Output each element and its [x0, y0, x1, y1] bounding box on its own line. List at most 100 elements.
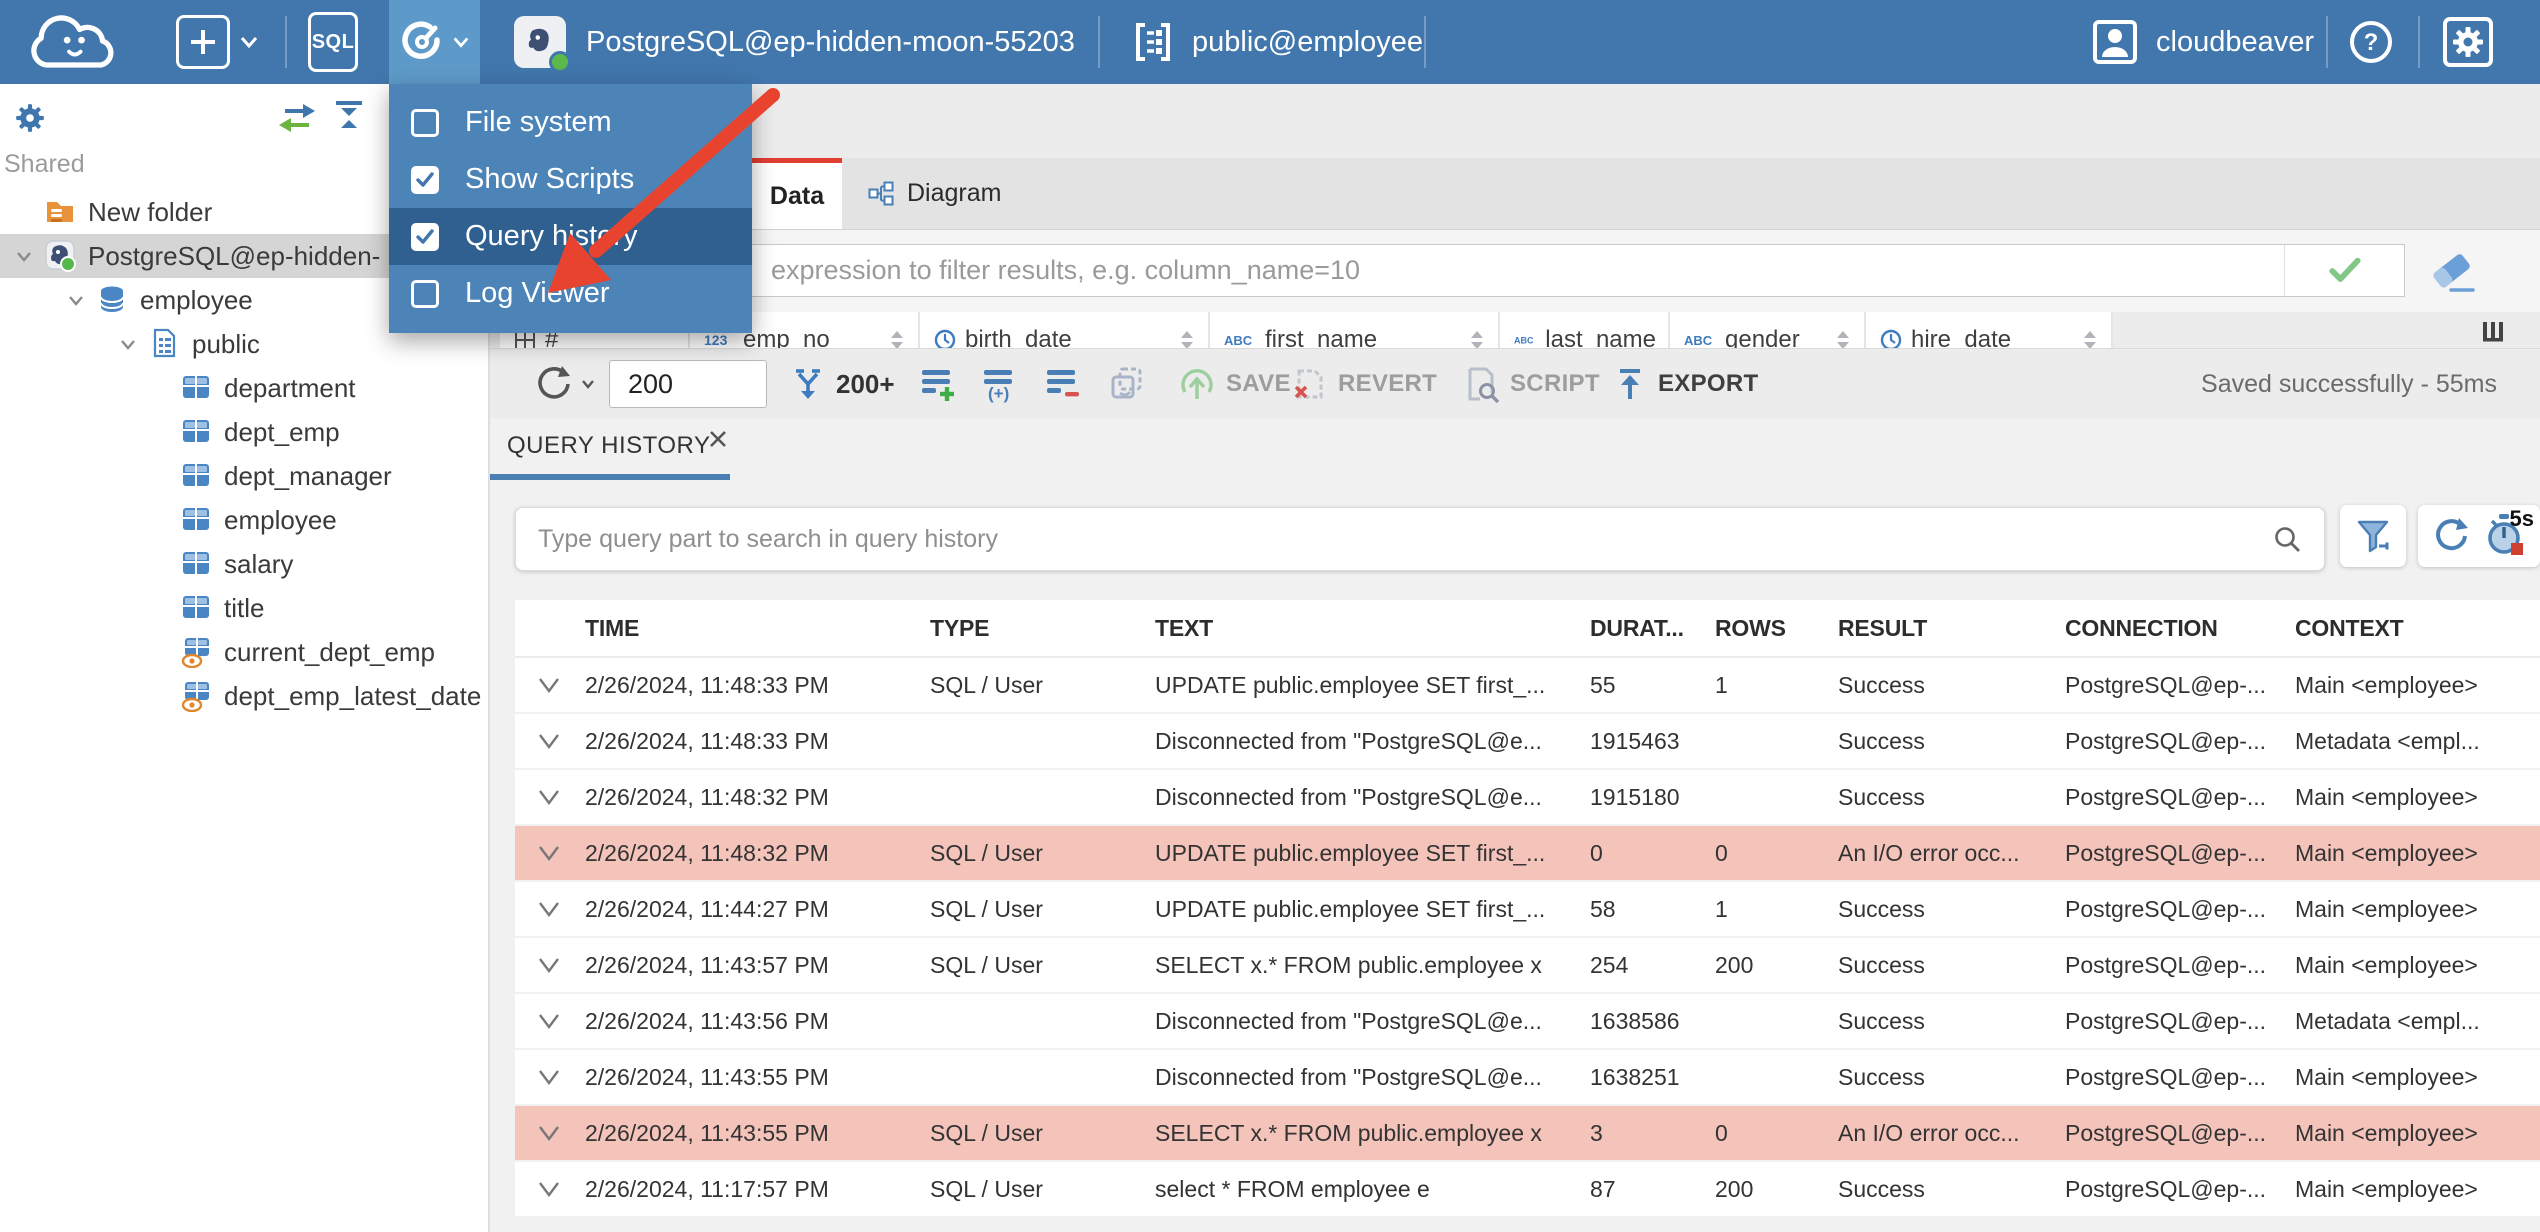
query-history-row[interactable]: 2/26/2024, 11:43:55 PM SQL / User SELECT… — [515, 1106, 2540, 1162]
query-history-filter-button[interactable] — [2340, 505, 2406, 567]
row-expander-chevron-icon[interactable] — [515, 1122, 585, 1144]
tree-item[interactable]: salary — [0, 542, 488, 586]
column-header-rows[interactable]: ROWS — [1715, 615, 1838, 642]
connection-selector[interactable]: PostgreSQL@ep-hidden-moon-55203 — [514, 0, 1075, 84]
tree-item[interactable]: dept_manager — [0, 454, 488, 498]
query-history-row[interactable]: 2/26/2024, 11:43:56 PM Disconnected from… — [515, 994, 2540, 1050]
filter-expression-input[interactable]: expression to filter results, e.g. colum… — [500, 244, 2405, 297]
apply-filter-button[interactable] — [2284, 245, 2404, 296]
cell-result: Success — [1838, 783, 1925, 810]
row-expander-chevron-icon[interactable] — [515, 842, 585, 864]
query-history-tab[interactable]: QUERY HISTORY — [507, 432, 710, 460]
grid-column-header[interactable]: hire_date — [1866, 312, 2113, 348]
script-icon — [1468, 367, 1500, 403]
cell-text: UPDATE public.employee SET first_... — [1155, 839, 1546, 866]
row-expander-chevron-icon[interactable] — [515, 954, 585, 976]
tab-data[interactable]: Data — [752, 158, 842, 229]
script-button[interactable]: SCRIPT — [1462, 349, 1600, 419]
query-history-row[interactable]: 2/26/2024, 11:43:55 PM Disconnected from… — [515, 1050, 2540, 1106]
expander-chevron-icon[interactable] — [65, 289, 97, 311]
column-header-result[interactable]: RESULT — [1838, 615, 2065, 642]
cell-duration: 1638586 — [1590, 1007, 1680, 1034]
query-history-row[interactable]: 2/26/2024, 11:44:27 PM SQL / User UPDATE… — [515, 882, 2540, 938]
tab-diagram[interactable]: Diagram — [842, 158, 1027, 229]
new-connection-button[interactable] — [176, 0, 260, 84]
tree-item[interactable]: dept_emp_latest_date — [0, 674, 488, 718]
row-limit-field[interactable] — [609, 349, 767, 419]
query-history-row[interactable]: 2/26/2024, 11:48:33 PM SQL / User UPDATE… — [515, 658, 2540, 714]
query-history-row[interactable]: 2/26/2024, 11:48:32 PM SQL / User UPDATE… — [515, 826, 2540, 882]
help-button[interactable]: ? — [2348, 0, 2394, 84]
row-expander-chevron-icon[interactable] — [515, 898, 585, 920]
row-expander-chevron-icon[interactable] — [515, 730, 585, 752]
expander-chevron-icon[interactable] — [117, 333, 149, 355]
sync-connection-button[interactable] — [277, 102, 317, 134]
svg-text:ABC: ABC — [1514, 335, 1534, 345]
auto-refresh-timer-button[interactable]: 5s — [2484, 506, 2534, 560]
tree-item[interactable]: dept_emp — [0, 410, 488, 454]
save-button[interactable]: SAVE — [1178, 349, 1291, 419]
revert-button[interactable]: REVERT — [1290, 349, 1437, 419]
column-header-time[interactable]: TIME — [585, 615, 930, 642]
query-history-row[interactable]: 2/26/2024, 11:48:32 PM Disconnected from… — [515, 770, 2540, 826]
copy-results-button[interactable] — [1108, 349, 1148, 419]
sidebar-settings-button[interactable] — [12, 100, 48, 136]
checkbox[interactable] — [411, 108, 439, 137]
refresh-button[interactable] — [532, 349, 596, 419]
tree-item[interactable]: employee — [0, 498, 488, 542]
column-header-duration[interactable]: DURAT... — [1590, 615, 1715, 642]
fetch-more-button[interactable]: 200+ — [790, 349, 895, 419]
delete-row-button[interactable] — [1043, 349, 1083, 419]
query-history-row[interactable]: 2/26/2024, 11:48:33 PM Disconnected from… — [515, 714, 2540, 770]
user-menu[interactable]: cloudbeaver — [2092, 0, 2314, 84]
folder-db-icon — [47, 202, 73, 222]
grid-column-header[interactable]: ABC last_name — [1500, 312, 1670, 348]
menu-item[interactable]: Query history — [389, 208, 752, 265]
column-header-text[interactable]: TEXT — [1155, 615, 1590, 642]
sql-editor-button[interactable]: SQL — [308, 0, 358, 84]
query-history-row[interactable]: 2/26/2024, 11:43:57 PM SQL / User SELECT… — [515, 938, 2540, 994]
checkbox[interactable] — [411, 279, 439, 308]
grid-column-header[interactable]: ABC first_name — [1210, 312, 1500, 348]
add-row-button[interactable] — [918, 349, 958, 419]
row-expander-chevron-icon[interactable] — [515, 1010, 585, 1032]
grid-column-header[interactable]: ABC gender — [1670, 312, 1866, 348]
row-expander-chevron-icon[interactable] — [515, 1178, 585, 1200]
row-expander-chevron-icon[interactable] — [515, 1066, 585, 1088]
duplicate-row-button[interactable]: (+) — [980, 349, 1020, 419]
tree-item[interactable]: department — [0, 366, 488, 410]
query-history-search-input[interactable]: Type query part to search in query histo… — [515, 507, 2325, 571]
collapse-all-button[interactable] — [332, 100, 366, 134]
column-header-type[interactable]: TYPE — [930, 615, 1155, 642]
cloudbeaver-logo[interactable] — [22, 0, 118, 84]
refresh-icon[interactable] — [2430, 515, 2472, 557]
grid-columns-settings-button[interactable] — [2480, 320, 2506, 344]
schema-list-icon — [1136, 23, 1170, 61]
grid-column-label: first_name — [1265, 326, 1378, 348]
gear-icon — [2443, 17, 2493, 67]
settings-button[interactable] — [2442, 0, 2494, 84]
menu-item[interactable]: File system — [389, 94, 752, 151]
clear-filter-button[interactable] — [2425, 248, 2481, 296]
column-header-context[interactable]: CONTEXT — [2295, 615, 2540, 642]
schema-selector[interactable]: public@employee — [1132, 0, 1423, 84]
search-placeholder: Type query part to search in query histo… — [538, 524, 998, 553]
checkbox[interactable] — [411, 165, 439, 194]
tools-menu-button[interactable] — [389, 0, 480, 84]
row-limit-input[interactable] — [609, 360, 767, 408]
checkbox[interactable] — [411, 222, 439, 251]
tree-item[interactable]: current_dept_emp — [0, 630, 488, 674]
cell-time: 2/26/2024, 11:43:56 PM — [585, 1007, 829, 1034]
row-expander-chevron-icon[interactable] — [515, 674, 585, 696]
column-header-connection[interactable]: CONNECTION — [2065, 615, 2295, 642]
grid-column-header[interactable]: birth_date — [920, 312, 1210, 348]
close-icon[interactable] — [705, 426, 731, 452]
row-expander-chevron-icon[interactable] — [515, 786, 585, 808]
tree-item[interactable]: title — [0, 586, 488, 630]
menu-item[interactable]: Show Scripts — [389, 151, 752, 208]
query-history-row[interactable]: 2/26/2024, 11:17:57 PM SQL / User select… — [515, 1162, 2540, 1218]
export-button[interactable]: EXPORT — [1612, 349, 1758, 419]
expander-chevron-icon[interactable] — [13, 245, 45, 267]
menu-item[interactable]: Log Viewer — [389, 265, 752, 322]
tree-item-label: current_dept_emp — [224, 636, 436, 667]
